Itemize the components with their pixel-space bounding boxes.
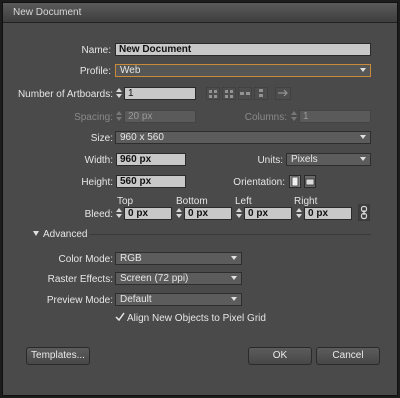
bleed-right-label: Right — [294, 196, 318, 207]
stepper-up-icon — [116, 111, 122, 115]
grid-by-column-icon[interactable] — [222, 87, 236, 100]
bleed-top-input[interactable]: 0 px — [124, 207, 172, 220]
portrait-orientation-icon[interactable] — [289, 175, 301, 188]
artboards-input[interactable]: 1 — [124, 87, 196, 100]
stepper-up-icon — [236, 208, 242, 212]
advanced-divider — [89, 234, 371, 235]
checkmark-icon — [115, 312, 125, 322]
bleed-bottom-label: Bottom — [176, 196, 208, 207]
stepper-down-icon — [236, 214, 242, 218]
color-mode-value: RGB — [120, 253, 142, 264]
chevron-down-icon — [231, 276, 237, 280]
templates-button[interactable]: Templates... — [26, 347, 90, 365]
stepper-down-icon — [116, 214, 122, 218]
chevron-down-icon — [360, 68, 366, 72]
name-label: Name: — [81, 45, 111, 56]
color-mode-select[interactable]: RGB — [115, 252, 242, 265]
stepper-down-icon — [291, 117, 297, 121]
artboards-stepper[interactable] — [116, 87, 122, 100]
spacing-stepper[interactable] — [116, 110, 122, 123]
height-label: Height: — [81, 177, 113, 188]
chevron-down-icon — [231, 256, 237, 260]
ok-button[interactable]: OK — [248, 347, 312, 365]
columns-stepper[interactable] — [291, 110, 297, 123]
columns-label: Columns: — [244, 112, 287, 123]
stepper-up-icon — [291, 111, 297, 115]
arrange-by-column-icon[interactable] — [254, 87, 268, 100]
units-select[interactable]: Pixels — [286, 153, 371, 166]
units-value: Pixels — [291, 154, 318, 165]
grid-by-row-icon[interactable] — [206, 87, 220, 100]
profile-value: Web — [120, 65, 141, 76]
bleed-left-stepper[interactable] — [236, 207, 242, 220]
chevron-down-icon — [231, 297, 237, 301]
bleed-top-stepper[interactable] — [116, 207, 122, 220]
preview-mode-select[interactable]: Default — [115, 293, 242, 306]
spacing-input[interactable]: 20 px — [124, 110, 196, 123]
color-mode-label: Color Mode: — [58, 254, 113, 265]
window-title: New Document — [13, 7, 82, 18]
disclosure-triangle-icon[interactable] — [33, 231, 39, 236]
raster-effects-select[interactable]: Screen (72 ppi) — [115, 272, 242, 285]
landscape-orientation-icon[interactable] — [304, 175, 316, 188]
stepper-up-icon — [296, 208, 302, 212]
bleed-bottom-stepper[interactable] — [176, 207, 182, 220]
arrange-by-row-icon[interactable] — [238, 87, 252, 100]
title-bar: New Document — [3, 3, 397, 23]
bleed-left-input[interactable]: 0 px — [244, 207, 292, 220]
profile-label: Profile: — [79, 66, 111, 77]
size-label: Size: — [90, 133, 113, 144]
height-input[interactable]: 560 px — [116, 175, 186, 188]
width-label: Width: — [84, 155, 113, 166]
new-document-dialog: New Document Name: New Document Profile:… — [2, 2, 398, 396]
stepper-up-icon — [116, 208, 122, 212]
orientation-label: Orientation: — [233, 177, 285, 188]
width-input[interactable]: 960 px — [116, 153, 186, 166]
bleed-right-input[interactable]: 0 px — [304, 207, 352, 220]
columns-input[interactable]: 1 — [299, 110, 371, 123]
right-to-left-icon[interactable] — [275, 87, 291, 100]
chevron-down-icon — [360, 157, 366, 161]
stepper-down-icon — [116, 117, 122, 121]
size-select[interactable]: 960 x 560 — [115, 131, 371, 144]
stepper-up-icon — [176, 208, 182, 212]
size-value: 960 x 560 — [120, 132, 164, 143]
artboards-label: Number of Artboards: — [17, 89, 113, 100]
advanced-label[interactable]: Advanced — [43, 229, 87, 240]
stepper-down-icon — [176, 214, 182, 218]
align-pixel-grid-checkbox[interactable] — [115, 312, 125, 322]
profile-select[interactable]: Web — [115, 64, 371, 77]
bleed-top-label: Top — [117, 196, 134, 207]
cancel-button[interactable]: Cancel — [316, 347, 380, 365]
stepper-up-icon — [116, 88, 122, 92]
stepper-down-icon — [296, 214, 302, 218]
link-bleed-chain-icon[interactable] — [358, 204, 370, 221]
bleed-bottom-input[interactable]: 0 px — [184, 207, 232, 220]
align-pixel-grid-label: Align New Objects to Pixel Grid — [127, 313, 266, 324]
raster-effects-label: Raster Effects: — [47, 274, 113, 285]
name-input[interactable]: New Document — [115, 43, 371, 56]
units-label: Units: — [257, 155, 283, 166]
bleed-right-stepper[interactable] — [296, 207, 302, 220]
preview-mode-value: Default — [120, 294, 152, 305]
spacing-label: Spacing: — [74, 112, 113, 123]
stepper-down-icon — [116, 94, 122, 98]
bleed-label: Bleed: — [84, 209, 113, 220]
preview-mode-label: Preview Mode: — [46, 295, 113, 306]
bleed-left-label: Left — [235, 196, 252, 207]
chevron-down-icon — [360, 135, 366, 139]
raster-effects-value: Screen (72 ppi) — [120, 273, 189, 284]
